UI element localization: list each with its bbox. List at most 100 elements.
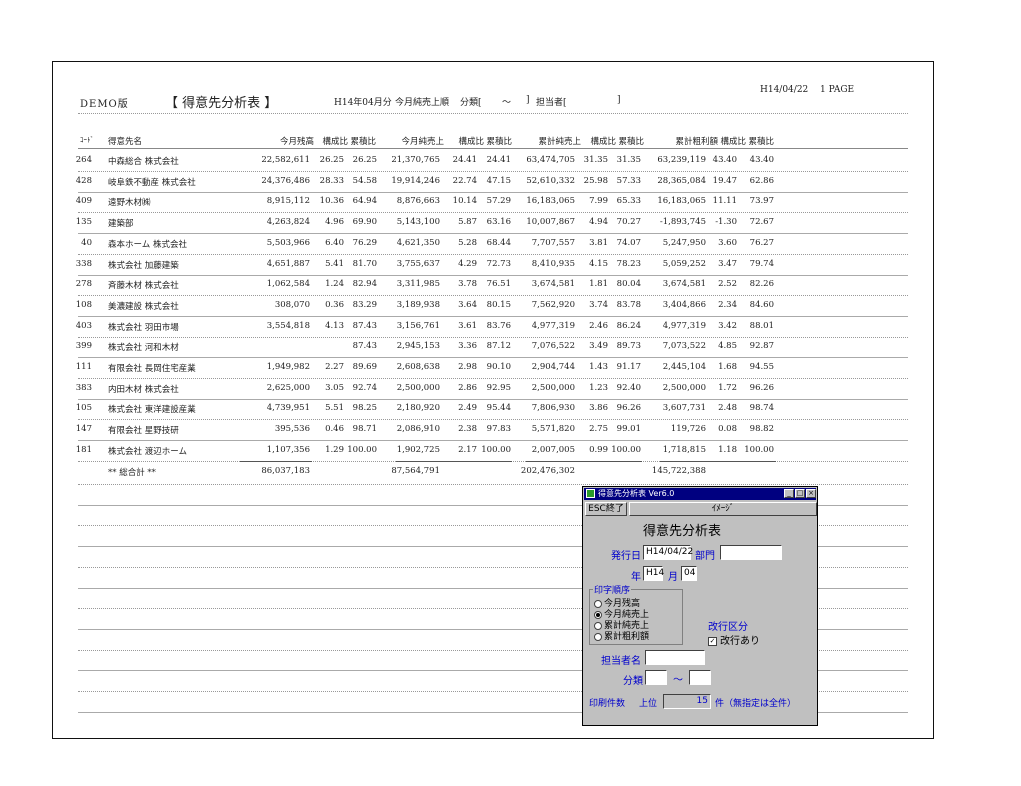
table-cell-gp-c: 73.97 xyxy=(749,196,774,206)
table-cell-name: 株式会社 東洋建設産業 xyxy=(108,405,196,415)
table-cell-name: 建築部 xyxy=(108,219,134,229)
column-header: 構成比 xyxy=(590,137,616,147)
table-cell-bal-c: 98.71 xyxy=(352,424,377,434)
table-cell-cum-r: 3.81 xyxy=(589,238,608,248)
table-row-rule xyxy=(78,440,908,441)
table-cell-gp-r: 2.48 xyxy=(718,403,737,413)
table-cell-cum: 63,474,705 xyxy=(526,155,575,165)
column-header: 累積比 xyxy=(748,137,774,147)
issue-date-label: 発行日 xyxy=(611,551,641,562)
table-cell-cum-r: 1.43 xyxy=(589,362,608,372)
category-label: 分類[ xyxy=(460,98,482,108)
table-row-rule xyxy=(78,233,908,234)
table-cell-sales: 5,143,100 xyxy=(396,217,440,227)
table-cell-code: 111 xyxy=(75,362,92,372)
category-from-field[interactable] xyxy=(645,670,667,685)
table-row-rule xyxy=(78,171,908,172)
table-cell-gp-r: 3.47 xyxy=(718,259,737,269)
table-cell-cum: 5,571,820 xyxy=(531,424,575,434)
table-row-rule xyxy=(78,378,908,379)
report-order: 今月純売上順 xyxy=(395,98,450,108)
table-cell-cum-c: 91.17 xyxy=(616,362,641,372)
table-cell-cum-c: 86.24 xyxy=(616,321,641,331)
table-cell-bal-r: 4.13 xyxy=(325,321,344,331)
category-to-field[interactable] xyxy=(689,670,711,685)
radio-icon xyxy=(594,632,602,641)
table-cell-gp-c: 72.67 xyxy=(749,217,774,227)
column-header: 今月純売上 xyxy=(401,137,444,147)
table-cell-bal: 4,651,887 xyxy=(266,259,310,269)
table-cell-code: 399 xyxy=(75,341,92,351)
table-cell-sales: 21,370,765 xyxy=(391,155,440,165)
table-cell-gp-c: 76.27 xyxy=(749,238,774,248)
image-button[interactable]: ｲﾒｰｼﾞ xyxy=(629,502,817,516)
table-cell-cum-r: 4.15 xyxy=(589,259,608,269)
table-cell-name: 遠野木材㈱ xyxy=(108,198,151,208)
year-field[interactable]: H14 xyxy=(643,566,664,581)
top-count-field[interactable]: 15 xyxy=(663,694,711,709)
table-cell-code: 40 xyxy=(81,238,92,248)
table-cell-gp-r: 1.68 xyxy=(718,362,737,372)
radio-gross-profit[interactable]: 累計粗利額 xyxy=(594,629,649,642)
table-cell-cum: 4,977,319 xyxy=(531,321,575,331)
column-header: 構成比 xyxy=(322,137,348,147)
table-cell-sales-r: 5.87 xyxy=(458,217,477,227)
table-cell-name: 斉藤木材 株式会社 xyxy=(108,281,179,291)
report-period: H14年04月分 xyxy=(334,98,392,108)
table-cell-bal: 8,915,112 xyxy=(266,196,310,206)
table-cell-cum-r: 31.35 xyxy=(583,155,608,165)
table-cell-cum: 7,562,920 xyxy=(531,300,575,310)
report-dialog: 得意先分析表 Ver6.0 _ □ × ESC終了 ｲﾒｰｼﾞ 得意先分析表 発… xyxy=(582,486,818,726)
total-rule xyxy=(396,461,512,462)
table-cell-cum-r: 4.94 xyxy=(589,217,608,227)
total-rule xyxy=(660,461,776,462)
table-cell-gp-r: 1.72 xyxy=(718,383,737,393)
table-cell-bal-c: 89.69 xyxy=(352,362,377,372)
total-rule xyxy=(240,461,312,462)
table-cell-sales-r: 3.61 xyxy=(458,321,477,331)
app-icon xyxy=(586,489,595,498)
month-field[interactable]: 04 xyxy=(681,566,697,581)
esc-exit-button[interactable]: ESC終了 xyxy=(585,502,627,516)
table-cell-sales: 3,156,761 xyxy=(396,321,440,331)
table-cell-gp-r: 43.40 xyxy=(712,155,737,165)
table-cell-gp: 16,183,065 xyxy=(657,196,706,206)
issue-date-field[interactable]: H14/04/22 xyxy=(643,545,693,560)
close-icon[interactable]: × xyxy=(806,489,816,498)
table-cell-bal-c: 69.90 xyxy=(352,217,377,227)
minimize-icon[interactable]: _ xyxy=(784,489,794,498)
table-cell-cum-c: 31.35 xyxy=(616,155,641,165)
table-cell-cum-r: 3.74 xyxy=(589,300,608,310)
column-header-rule xyxy=(78,148,908,149)
dialog-titlebar[interactable]: 得意先分析表 Ver6.0 _ □ × xyxy=(584,488,816,500)
table-cell-gp-c: 96.26 xyxy=(749,383,774,393)
table-cell-gp-c: 79.74 xyxy=(749,259,774,269)
table-cell-cum: 2,007,005 xyxy=(531,445,575,455)
dialog-title: 得意先分析表 Ver6.0 xyxy=(598,489,675,498)
tanto-name-field[interactable] xyxy=(645,650,705,665)
table-cell-gp: 1,718,815 xyxy=(662,445,706,455)
total-label: ** 総合計 ** xyxy=(108,468,156,478)
table-cell-cum: 2,500,000 xyxy=(531,383,575,393)
table-cell-gp-r: 3.42 xyxy=(718,321,737,331)
report-date: H14/04/22 xyxy=(760,85,809,95)
tanto-name-label: 担当者名 xyxy=(601,656,641,667)
table-cell-cum: 7,806,930 xyxy=(531,403,575,413)
dept-field[interactable] xyxy=(720,545,782,560)
table-cell-bal-r: 5.51 xyxy=(325,403,344,413)
table-cell-cum-r: 1.81 xyxy=(589,279,608,289)
table-cell-cum-c: 80.04 xyxy=(616,279,641,289)
column-header: 累積比 xyxy=(350,137,376,147)
page-break-checkbox[interactable]: ✓ 改行あり xyxy=(708,632,760,647)
maximize-icon[interactable]: □ xyxy=(795,489,805,498)
table-cell-bal: 24,376,486 xyxy=(261,176,310,186)
table-cell-cum-c: 78.23 xyxy=(616,259,641,269)
table-cell-sales-r: 2.38 xyxy=(458,424,477,434)
table-cell-gp: 28,365,084 xyxy=(657,176,706,186)
table-cell-sales: 2,180,920 xyxy=(396,403,440,413)
table-cell-gp-c: 84.60 xyxy=(749,300,774,310)
table-cell-gp: 2,500,000 xyxy=(662,383,706,393)
month-label: 月 xyxy=(668,572,678,583)
table-cell-cum-c: 70.27 xyxy=(616,217,641,227)
table-cell-name: 森本ホーム 株式会社 xyxy=(108,240,187,250)
